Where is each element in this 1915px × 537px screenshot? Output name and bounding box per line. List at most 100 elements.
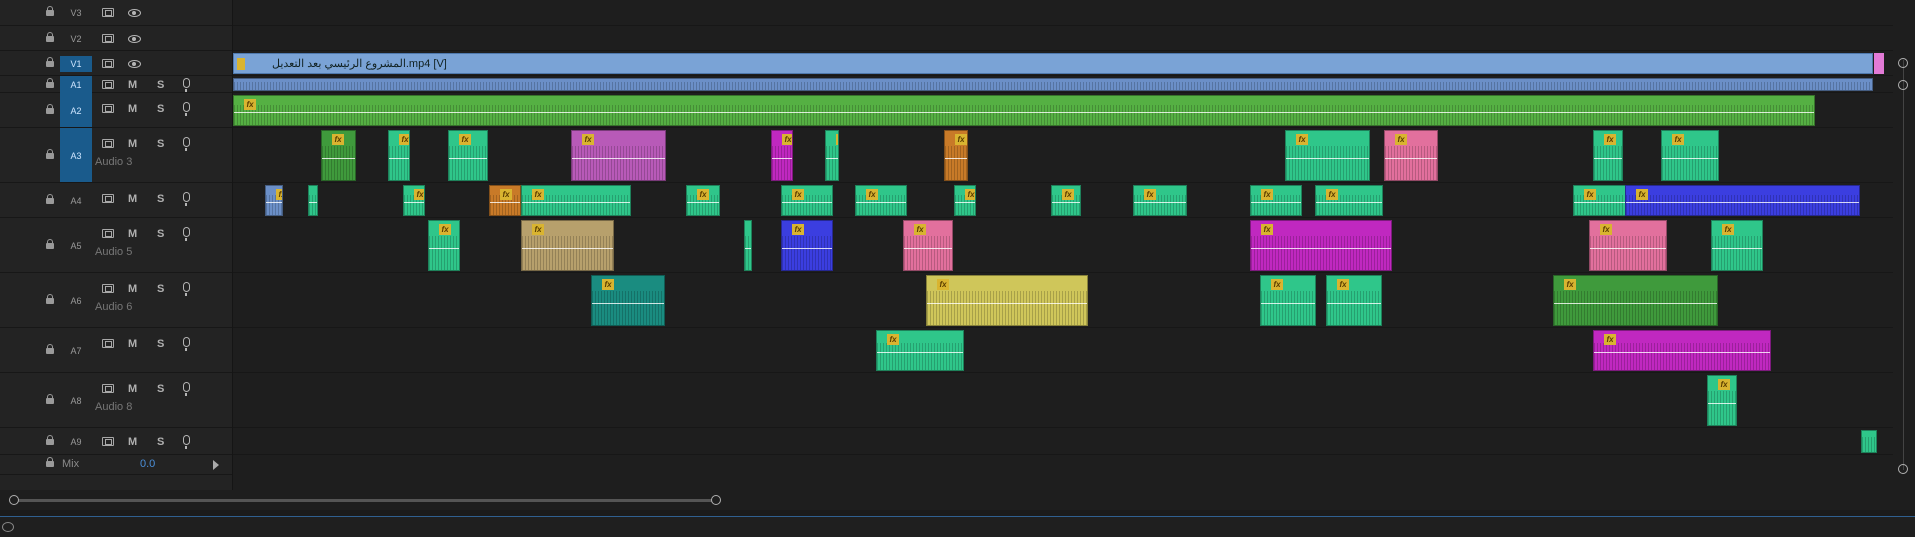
lock-icon[interactable] xyxy=(46,194,54,206)
horizontal-scroll-handle-right[interactable] xyxy=(711,495,721,505)
audio-clip[interactable]: fx xyxy=(771,130,793,181)
audio-clip[interactable]: fx xyxy=(571,130,666,181)
toggle-sync-lock-icon[interactable] xyxy=(102,194,114,203)
solo-button[interactable]: S xyxy=(157,228,167,240)
horizontal-scroll-handle-left[interactable] xyxy=(9,495,19,505)
toggle-track-output-eye-icon[interactable] xyxy=(128,9,141,17)
audio-clip[interactable]: fx xyxy=(1285,130,1370,181)
audio-clip[interactable]: fx xyxy=(686,185,720,216)
audio-clip[interactable]: fx xyxy=(1260,275,1316,326)
toggle-sync-lock-icon[interactable] xyxy=(102,437,114,446)
audio-clip[interactable]: fx xyxy=(744,220,752,271)
mix-volume-value[interactable]: 0.0 xyxy=(140,458,155,470)
audio-clip[interactable]: fx xyxy=(321,130,356,181)
toggle-track-output-eye-icon[interactable] xyxy=(128,35,141,43)
audio-clip[interactable]: fx xyxy=(265,185,283,216)
track-target-a4[interactable]: A4 xyxy=(60,193,92,209)
mute-button[interactable]: M xyxy=(128,138,138,150)
track-target-a6[interactable]: A6 xyxy=(60,293,92,309)
solo-button[interactable]: S xyxy=(157,103,167,115)
video-clip-v1[interactable]: المشروع الرئيسي بعد التعديل.mp4 [V] xyxy=(233,53,1873,74)
audio-clip[interactable]: fx xyxy=(1711,220,1763,271)
toggle-sync-lock-icon[interactable] xyxy=(102,104,114,113)
audio-clip[interactable]: fx xyxy=(1593,130,1623,181)
track-lane-v3[interactable] xyxy=(233,0,1893,26)
mute-button[interactable]: M xyxy=(128,383,138,395)
toggle-sync-lock-icon[interactable] xyxy=(102,339,114,348)
voice-over-record-mic-icon[interactable] xyxy=(183,102,190,116)
toggle-sync-lock-film-icon[interactable] xyxy=(102,8,114,17)
audio-clip[interactable]: fx xyxy=(448,130,488,181)
voice-over-record-mic-icon[interactable] xyxy=(183,227,190,241)
voice-over-record-mic-icon[interactable] xyxy=(183,382,190,396)
clip-end-marker[interactable] xyxy=(1874,53,1884,74)
lock-icon[interactable] xyxy=(46,457,54,469)
toggle-sync-lock-icon[interactable] xyxy=(102,139,114,148)
audio-clip[interactable] xyxy=(1861,430,1877,453)
track-target-a3[interactable]: A3 xyxy=(60,148,92,164)
solo-button[interactable]: S xyxy=(157,138,167,150)
track-target-v3[interactable]: V3 xyxy=(60,5,92,21)
vertical-zoom-scrollbar[interactable] xyxy=(1893,0,1915,490)
track-target-a7[interactable]: A7 xyxy=(60,343,92,359)
audio-clip[interactable]: fx xyxy=(1133,185,1187,216)
lock-icon[interactable] xyxy=(46,239,54,251)
voice-over-record-mic-icon[interactable] xyxy=(183,192,190,206)
audio-clip[interactable]: fx xyxy=(1250,220,1392,271)
solo-button[interactable]: S xyxy=(157,283,167,295)
audio-clip[interactable]: fx xyxy=(521,220,614,271)
audio-clip[interactable]: fx xyxy=(825,130,839,181)
solo-button[interactable]: S xyxy=(157,79,167,91)
solo-button[interactable]: S xyxy=(157,193,167,205)
track-target-a2[interactable]: A2 xyxy=(60,103,92,119)
track-target-v2[interactable]: V2 xyxy=(60,31,92,47)
lock-icon[interactable] xyxy=(46,394,54,406)
track-lane-v2[interactable] xyxy=(233,26,1893,51)
audio-clip[interactable]: fx xyxy=(1326,275,1382,326)
solo-button[interactable]: S xyxy=(157,383,167,395)
lock-icon[interactable] xyxy=(46,104,54,116)
mute-button[interactable]: M xyxy=(128,103,138,115)
vertical-scroll-handle-top[interactable] xyxy=(1898,58,1908,68)
lock-icon[interactable] xyxy=(46,149,54,161)
mute-button[interactable]: M xyxy=(128,436,138,448)
audio-clip[interactable]: fx xyxy=(781,220,833,271)
lock-icon[interactable] xyxy=(46,32,54,44)
audio-clip[interactable]: fx xyxy=(308,185,318,216)
audio-clip[interactable]: fx xyxy=(1051,185,1081,216)
track-target-v1[interactable]: V1 xyxy=(60,56,92,72)
audio-clip[interactable]: fx xyxy=(855,185,907,216)
audio-clip-a1[interactable] xyxy=(233,78,1873,91)
mute-button[interactable]: M xyxy=(128,193,138,205)
audio-clip[interactable]: fx xyxy=(1553,275,1718,326)
track-target-a1[interactable]: A1 xyxy=(60,77,92,93)
audio-clip[interactable]: fx xyxy=(1707,375,1737,426)
track-lane-a8[interactable] xyxy=(233,373,1893,428)
track-target-a5[interactable]: A5 xyxy=(60,238,92,254)
audio-clip[interactable]: fx xyxy=(489,185,521,216)
lock-icon[interactable] xyxy=(46,6,54,18)
audio-clip[interactable]: fx xyxy=(428,220,460,271)
track-lane-a9[interactable] xyxy=(233,428,1893,455)
lock-icon[interactable] xyxy=(46,435,54,447)
toggle-sync-lock-film-icon[interactable] xyxy=(102,34,114,43)
horizontal-scroll-thumb[interactable] xyxy=(14,499,716,502)
toggle-sync-lock-film-icon[interactable] xyxy=(102,59,114,68)
lock-icon[interactable] xyxy=(46,344,54,356)
audio-clip[interactable]: fx xyxy=(876,330,964,371)
audio-clip[interactable]: fx xyxy=(521,185,631,216)
voice-over-record-mic-icon[interactable] xyxy=(183,435,190,449)
mute-button[interactable]: M xyxy=(128,79,138,91)
track-target-a9[interactable]: A9 xyxy=(60,434,92,450)
toggle-sync-lock-icon[interactable] xyxy=(102,284,114,293)
audio-clip[interactable]: fx xyxy=(388,130,410,181)
mute-button[interactable]: M xyxy=(128,228,138,240)
solo-button[interactable]: S xyxy=(157,436,167,448)
audio-clip[interactable]: fx xyxy=(1315,185,1383,216)
audio-clip[interactable]: fx xyxy=(1384,130,1438,181)
mute-button[interactable]: M xyxy=(128,338,138,350)
audio-clip[interactable]: fx xyxy=(954,185,976,216)
horizontal-zoom-scrollbar[interactable] xyxy=(0,490,1915,510)
audio-clip[interactable]: fx xyxy=(1593,330,1771,371)
audio-clip-a2[interactable]: fx xyxy=(233,95,1815,126)
